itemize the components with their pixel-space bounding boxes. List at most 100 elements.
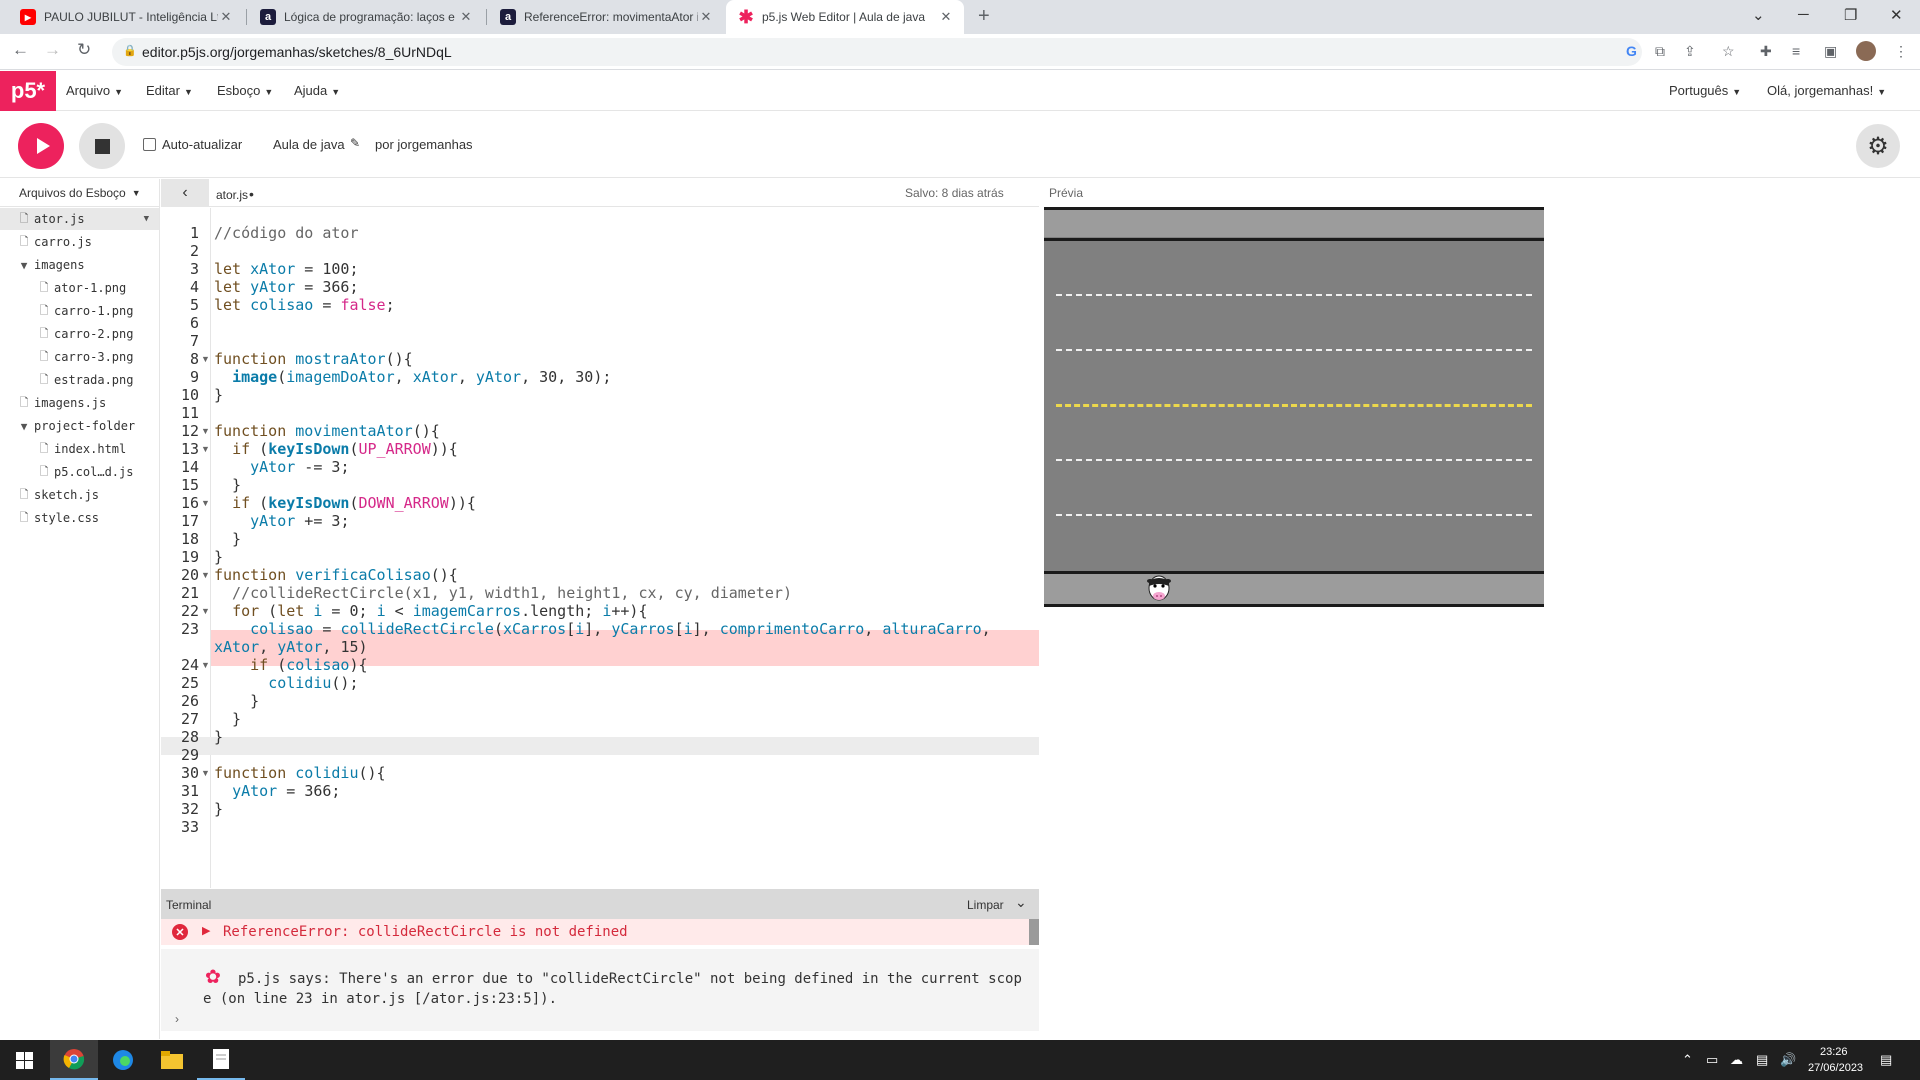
code-line[interactable]: } — [214, 530, 241, 548]
chrome-taskbar-icon[interactable] — [50, 1040, 98, 1080]
sidebar-folder[interactable]: ▼ project-folder — [0, 415, 159, 437]
notifications-icon[interactable]: ▤ — [1880, 1052, 1892, 1068]
sidebar-file[interactable]: 🗋 index.html — [0, 438, 159, 460]
back-icon[interactable]: ← — [12, 40, 29, 60]
file-explorer-taskbar-icon[interactable] — [148, 1040, 196, 1080]
share-icon[interactable]: ⇪ — [1684, 43, 1696, 60]
tab-search-icon[interactable]: ⌄ — [1752, 6, 1765, 24]
fold-toggle-icon[interactable]: ▼ — [201, 566, 210, 584]
fold-toggle-icon[interactable]: ▼ — [201, 494, 210, 512]
play-button[interactable] — [18, 123, 64, 169]
browser-tab-2[interactable]: a ReferenceError: movimentaAtor is ✕ — [488, 0, 724, 34]
code-line[interactable]: yAtor += 3; — [214, 512, 349, 530]
code-line[interactable]: } — [214, 386, 223, 404]
browser-menu-icon[interactable]: ⋮ — [1894, 43, 1908, 60]
fold-toggle-icon[interactable]: ▼ — [201, 422, 210, 440]
code-line[interactable]: } — [214, 548, 223, 566]
file-tab[interactable]: ator.js• — [216, 186, 254, 202]
start-windows-icon[interactable] — [0, 1040, 48, 1080]
user-menu[interactable]: Olá, jorgemanhas! ▼ — [1767, 83, 1886, 98]
code-line[interactable]: function movimentaAtor(){ — [214, 422, 440, 440]
file-options-icon[interactable]: ▼ — [144, 214, 149, 224]
notepad-taskbar-icon[interactable] — [197, 1040, 245, 1080]
preview-canvas[interactable] — [1044, 207, 1544, 607]
code-line[interactable]: } — [214, 728, 223, 746]
code-line[interactable]: function mostraAtor(){ — [214, 350, 413, 368]
console-prompt[interactable]: › — [175, 1012, 179, 1026]
volume-icon[interactable]: 🔊 — [1780, 1052, 1796, 1068]
menu-file[interactable]: Arquivo ▼ — [66, 83, 123, 98]
menu-help[interactable]: Ajuda ▼ — [294, 83, 340, 98]
sidebar-file[interactable]: 🗋 carro-3.png — [0, 346, 159, 368]
auto-refresh-checkbox[interactable] — [143, 138, 156, 151]
menu-edit[interactable]: Editar ▼ — [146, 83, 193, 98]
code-line[interactable]: if (keyIsDown(DOWN_ARROW)){ — [214, 494, 476, 512]
side-panel-icon[interactable]: ▣ — [1824, 43, 1837, 60]
close-tab-icon[interactable]: ✕ — [458, 9, 474, 25]
forward-icon[interactable]: → — [44, 40, 61, 60]
code-line[interactable]: function verificaColisao(){ — [214, 566, 458, 584]
code-line[interactable]: if (colisao){ — [214, 656, 367, 674]
sidebar-file[interactable]: 🗋 ator.js ▼ — [0, 208, 159, 230]
browser-tab-3[interactable]: ✱ p5.js Web Editor | Aula de java ✕ — [726, 0, 964, 34]
settings-gear-icon[interactable]: ⚙ — [1856, 124, 1900, 168]
fold-toggle-icon[interactable]: ▼ — [201, 656, 210, 674]
profile-avatar[interactable] — [1856, 41, 1876, 61]
sidebar-file[interactable]: 🗋 ator-1.png — [0, 277, 159, 299]
code-line[interactable]: let xAtor = 100; — [214, 260, 359, 278]
close-tab-icon[interactable]: ✕ — [218, 9, 234, 25]
translate-icon[interactable]: ⧉ — [1655, 43, 1665, 60]
code-line[interactable]: yAtor -= 3; — [214, 458, 349, 476]
close-tab-icon[interactable]: ✕ — [698, 9, 714, 25]
google-icon[interactable]: G — [1626, 43, 1637, 59]
code-line[interactable]: for (let i = 0; i < imagemCarros.length;… — [214, 602, 647, 620]
close-window-icon[interactable]: ✕ — [1890, 6, 1903, 24]
clock-date[interactable]: 27/06/2023 — [1808, 1062, 1863, 1074]
new-tab-icon[interactable]: + — [978, 5, 990, 28]
console-scrollbar[interactable] — [1029, 919, 1039, 945]
collapse-console-icon[interactable]: ⌄ — [1015, 894, 1027, 911]
sidebar-file[interactable]: 🗋 estrada.png — [0, 369, 159, 391]
sidebar-file[interactable]: 🗋 sketch.js — [0, 484, 159, 506]
sidebar-file[interactable]: 🗋 carro.js — [0, 231, 159, 253]
sketch-name[interactable]: Aula de java — [273, 137, 345, 152]
console-error-row[interactable]: ✕ ▶ ReferenceError: collideRectCircle is… — [161, 919, 1029, 945]
code-line[interactable]: let yAtor = 366; — [214, 278, 359, 296]
sidebar-file[interactable]: 🗋 carro-1.png — [0, 300, 159, 322]
code-line[interactable]: colidiu(); — [214, 674, 358, 692]
code-line[interactable]: //collideRectCircle(x1, y1, width1, heig… — [214, 584, 792, 602]
fold-toggle-icon[interactable]: ▼ — [201, 602, 210, 620]
language-menu[interactable]: Português ▼ — [1669, 83, 1741, 98]
sidebar-header[interactable]: Arquivos do Esboço ▼ — [0, 179, 159, 207]
network-icon[interactable]: ▤ — [1756, 1052, 1768, 1068]
browser-tab-1[interactable]: a Lógica de programação: laços e l ✕ — [248, 0, 484, 34]
code-line[interactable]: colisao = collideRectCircle(xCarros[i], … — [214, 620, 991, 638]
code-line[interactable]: xAtor, yAtor, 15) — [214, 638, 368, 656]
code-line[interactable]: image(imagemDoAtor, xAtor, yAtor, 30, 30… — [214, 368, 611, 386]
url-field[interactable]: 🔒 editor.p5js.org/jorgemanhas/sketches/8… — [112, 38, 1642, 66]
clock-time[interactable]: 23:26 — [1820, 1046, 1848, 1058]
fold-toggle-icon[interactable]: ▼ — [201, 764, 210, 782]
minimize-icon[interactable]: ─ — [1798, 6, 1809, 23]
sidebar-file[interactable]: 🗋 style.css — [0, 507, 159, 529]
meet-now-icon[interactable]: ▭ — [1706, 1052, 1718, 1068]
extensions-icon[interactable]: ✚ — [1760, 43, 1772, 60]
code-line[interactable]: let colisao = false; — [214, 296, 395, 314]
code-line[interactable]: if (keyIsDown(UP_ARROW)){ — [214, 440, 458, 458]
tray-chevron-icon[interactable]: ⌃ — [1682, 1052, 1693, 1068]
fold-toggle-icon[interactable]: ▼ — [201, 350, 210, 368]
sidebar-folder[interactable]: ▼ imagens — [0, 254, 159, 276]
media-control-icon[interactable]: ≡ — [1792, 43, 1800, 59]
code-line[interactable]: } — [214, 710, 241, 728]
sidebar-file[interactable]: 🗋 p5.col…d.js — [0, 461, 159, 483]
code-line[interactable]: //código do ator — [214, 224, 359, 242]
edge-taskbar-icon[interactable] — [99, 1040, 147, 1080]
sidebar-file[interactable]: 🗋 imagens.js — [0, 392, 159, 414]
fold-toggle-icon[interactable]: ▼ — [201, 440, 210, 458]
browser-tab-0[interactable]: ▶ PAULO JUBILUT - Inteligência Ltda ✕ — [8, 0, 244, 34]
bookmark-star-icon[interactable]: ☆ — [1722, 43, 1735, 60]
code-line[interactable]: } — [214, 476, 241, 494]
collapse-sidebar-button[interactable]: ‹ — [161, 179, 209, 207]
clear-console-button[interactable]: Limpar — [967, 898, 1004, 912]
code-line[interactable]: yAtor = 366; — [214, 782, 340, 800]
